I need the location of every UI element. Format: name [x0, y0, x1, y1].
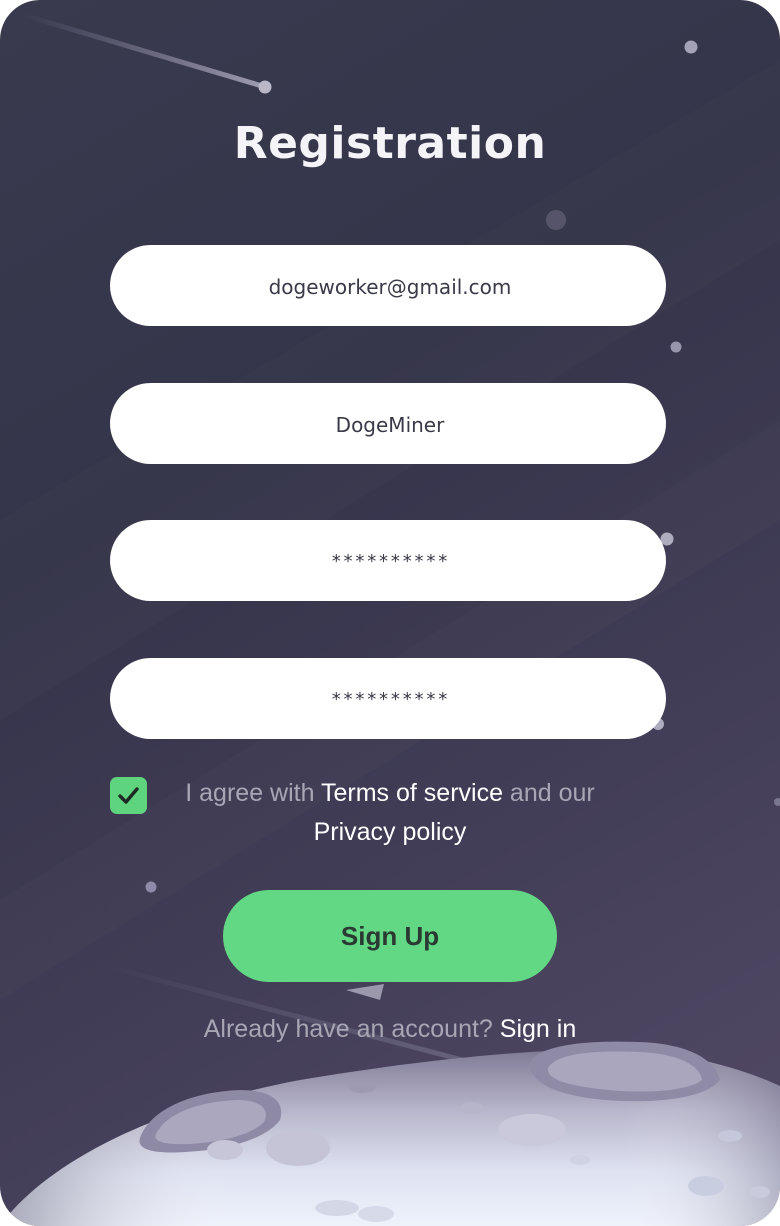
email-input[interactable]	[110, 245, 670, 328]
confirm-password-input[interactable]	[110, 658, 670, 741]
shooting-star-icon	[17, 11, 272, 94]
agreement-text-before: I agree with	[185, 779, 321, 807]
email-field[interactable]	[110, 245, 670, 328]
agreement-text-middle: and our	[502, 779, 595, 807]
registration-card: Registration I agree with Terms of servi…	[0, 0, 780, 1226]
username-field[interactable]	[110, 383, 670, 466]
password-field[interactable]	[110, 520, 670, 603]
check-icon	[118, 787, 139, 804]
agree-checkbox[interactable]	[110, 777, 147, 814]
moon-surface-icon	[0, 1041, 780, 1226]
password-input[interactable]	[110, 520, 670, 603]
privacy-policy-link[interactable]: Privacy policy	[314, 818, 467, 846]
sign-up-button[interactable]: Sign Up	[223, 890, 557, 982]
confirm-password-field[interactable]	[110, 658, 670, 741]
page-title: Registration	[233, 118, 547, 169]
username-input[interactable]	[110, 383, 670, 466]
rocket-tip-icon	[346, 984, 384, 1000]
agreement-text: I agree with Terms of service and our Pr…	[170, 774, 610, 852]
terms-of-service-link[interactable]: Terms of service	[321, 779, 503, 807]
